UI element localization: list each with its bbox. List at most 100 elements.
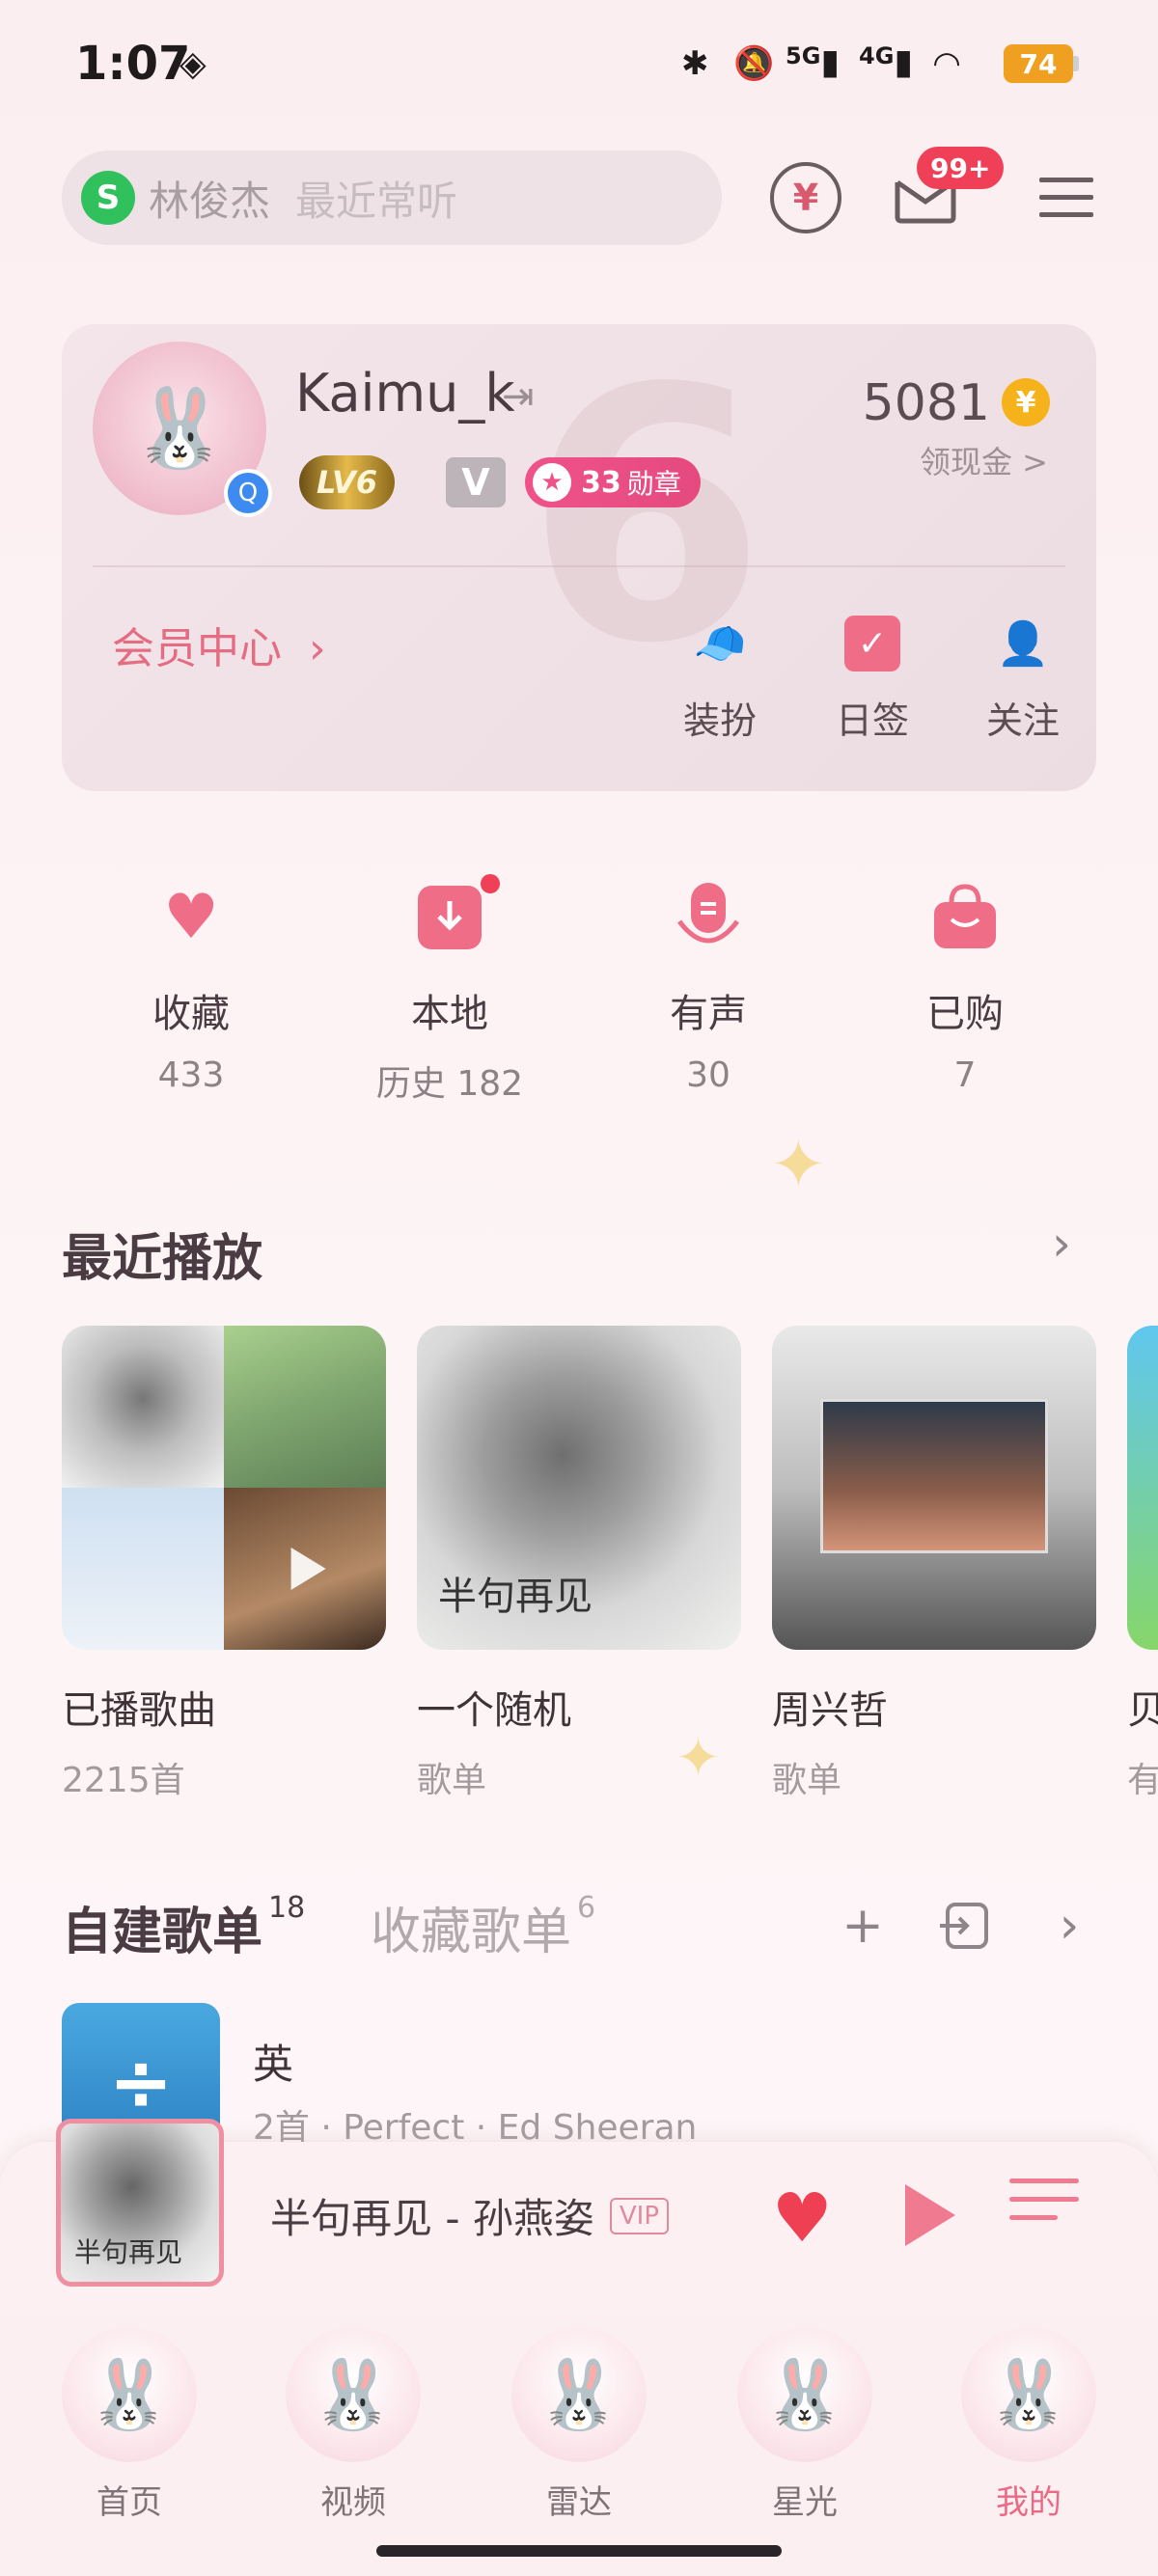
coin-balance[interactable]: 5081 [863, 374, 990, 432]
v-badge[interactable]: V [446, 457, 506, 507]
nav-radar[interactable]: 🐰 雷达 [482, 2316, 676, 2523]
cover-photo [820, 1399, 1048, 1553]
vip-center-link[interactable]: 会员中心 › [112, 614, 326, 675]
stat-favorites[interactable]: ♥ 收藏 433 [95, 874, 288, 1095]
home-indicator[interactable] [376, 2545, 782, 2557]
dress-up-label: 装扮 [682, 699, 757, 742]
podcast-icon [660, 874, 757, 961]
nav-video[interactable]: 🐰 视频 [257, 2316, 450, 2523]
stat-local[interactable]: 本地 历史 182 [353, 874, 546, 1106]
cover-quad-3 [62, 1488, 224, 1650]
recent-card-partial[interactable]: 贝 有 [1127, 1326, 1158, 1802]
cash-link[interactable]: 领现金 > [920, 438, 1048, 482]
search-bar[interactable]: S 林俊杰 最近常听 [62, 151, 722, 245]
tab-label: 收藏歌单 [371, 1904, 572, 1961]
add-icon[interactable]: + [832, 1895, 894, 1957]
dress-up-icon: 🧢 [693, 619, 747, 669]
recent-card-played[interactable]: 已播歌曲 2215首 [62, 1326, 386, 1802]
song-title: 半句再见 - 孙燕姿 [270, 2195, 594, 2242]
nav-mine[interactable]: 🐰 我的 [932, 2316, 1125, 2523]
mini-player-cover[interactable]: 半句再见 [56, 2119, 224, 2287]
download-icon-shape [418, 886, 482, 949]
stat-label: 有声 [670, 992, 747, 1036]
bunny-home-icon: 🐰 [62, 2327, 197, 2462]
cover-quad-2 [224, 1326, 386, 1488]
cover-image [62, 1326, 386, 1650]
stat-value: 433 [157, 1055, 225, 1095]
daily-sign-button[interactable]: ✓ 日签 [814, 616, 930, 744]
cover-quad-1 [62, 1326, 224, 1488]
cover-image: 半句再见 [417, 1326, 741, 1650]
medal-count: 33 [581, 465, 621, 500]
profile-card: 6 🐰 Q Kaimu_k ⇥ LV6 V ★ 33 勋章 5081 ¥ 领现金… [62, 324, 1096, 791]
stat-label: 已购 [926, 992, 1004, 1036]
nav-home[interactable]: 🐰 首页 [33, 2316, 226, 2523]
logout-icon[interactable]: ⇥ [502, 374, 535, 419]
stat-purchased[interactable]: 已购 7 [868, 874, 1062, 1095]
card-title: 周兴哲 [772, 1688, 888, 1733]
yuan-icon[interactable]: ¥ [770, 162, 841, 233]
medal-badge[interactable]: ★ 33 勋章 [525, 457, 701, 507]
mute-bell-icon: 🔕 [733, 44, 775, 83]
wifi-icon: ◠ [934, 44, 960, 83]
qq-badge-icon: Q [224, 469, 272, 517]
add-user-icon: 👤 [996, 619, 1050, 669]
bunny-radar-icon: 🐰 [511, 2327, 647, 2462]
search-suggestion-artist: 林俊杰 [149, 177, 271, 225]
nav-label: 首页 [96, 2483, 162, 2522]
nav-label: 我的 [996, 2483, 1062, 2522]
play-icon[interactable] [905, 2184, 955, 2246]
tab-count: 18 [268, 1891, 306, 1925]
nav-starlight[interactable]: 🐰 星光 [708, 2316, 901, 2523]
like-heart-icon[interactable]: ♥ [772, 2179, 833, 2258]
level-badge[interactable]: LV6 [299, 455, 396, 509]
bunny-starlight-icon: 🐰 [737, 2327, 872, 2462]
mini-player-title[interactable]: 半句再见 - 孙燕姿 VIP [270, 2186, 669, 2245]
cover-image [772, 1326, 1096, 1650]
card-subtitle: 歌单 [772, 1761, 842, 1800]
username[interactable]: Kaimu_k [295, 363, 515, 424]
menu-icon[interactable] [1031, 162, 1102, 233]
medal-label: 勋章 [626, 468, 681, 500]
tab-count: 6 [577, 1891, 596, 1925]
nav-label: 雷达 [546, 2483, 612, 2522]
chevron-right-icon: › [309, 624, 326, 673]
tab-created-playlists[interactable]: 自建歌单 18 [62, 1891, 305, 1963]
stat-value: 30 [686, 1055, 731, 1095]
menu-lines-shape [1039, 178, 1093, 217]
tab-collected-playlists[interactable]: 收藏歌单 6 [371, 1891, 595, 1963]
signal-4g-icon: 4G ▮ [859, 42, 914, 82]
queue-line [1009, 2197, 1079, 2202]
chevron-right-icon[interactable]: › [1038, 1895, 1100, 1957]
play-icon [290, 1548, 326, 1590]
notification-dot [481, 874, 500, 893]
mail-badge: 99+ [917, 147, 1005, 189]
nav-label: 视频 [320, 2483, 386, 2522]
playlist-queue-icon[interactable] [1009, 2179, 1079, 2242]
queue-line [1009, 2179, 1079, 2183]
playlist-name: 英 [253, 2041, 294, 2088]
sparkle-icon: ✦ [676, 1727, 721, 1790]
shopping-bag-icon [917, 874, 1013, 961]
stat-value: 7 [953, 1055, 977, 1095]
stat-label: 本地 [411, 992, 488, 1036]
recent-section-title: 最近播放 [62, 1230, 263, 1288]
cover-image [1127, 1326, 1158, 1650]
checkbox-icon: ✓ [844, 616, 900, 671]
layers-icon: ◈ [179, 43, 207, 84]
stat-audio[interactable]: 有声 30 [612, 874, 805, 1095]
battery-indicator: 74 [1004, 44, 1073, 83]
recent-card-artist[interactable]: 周兴哲 歌单 [772, 1326, 1096, 1802]
import-icon[interactable] [934, 1895, 996, 1957]
music-app-logo-icon: S [81, 171, 135, 225]
status-time: 1:07 [75, 37, 191, 91]
follow-button[interactable]: 👤 关注 [965, 616, 1081, 744]
queue-line [1009, 2215, 1059, 2220]
nav-label: 星光 [772, 2483, 838, 2522]
chevron-right-icon[interactable]: › [1052, 1216, 1071, 1272]
coin-icon: ¥ [1002, 378, 1050, 426]
card-title: 已播歌曲 [62, 1688, 216, 1733]
dress-up-button[interactable]: 🧢 装扮 [662, 616, 778, 744]
cover-quad-4 [224, 1488, 386, 1650]
battery-tip [1073, 56, 1079, 71]
